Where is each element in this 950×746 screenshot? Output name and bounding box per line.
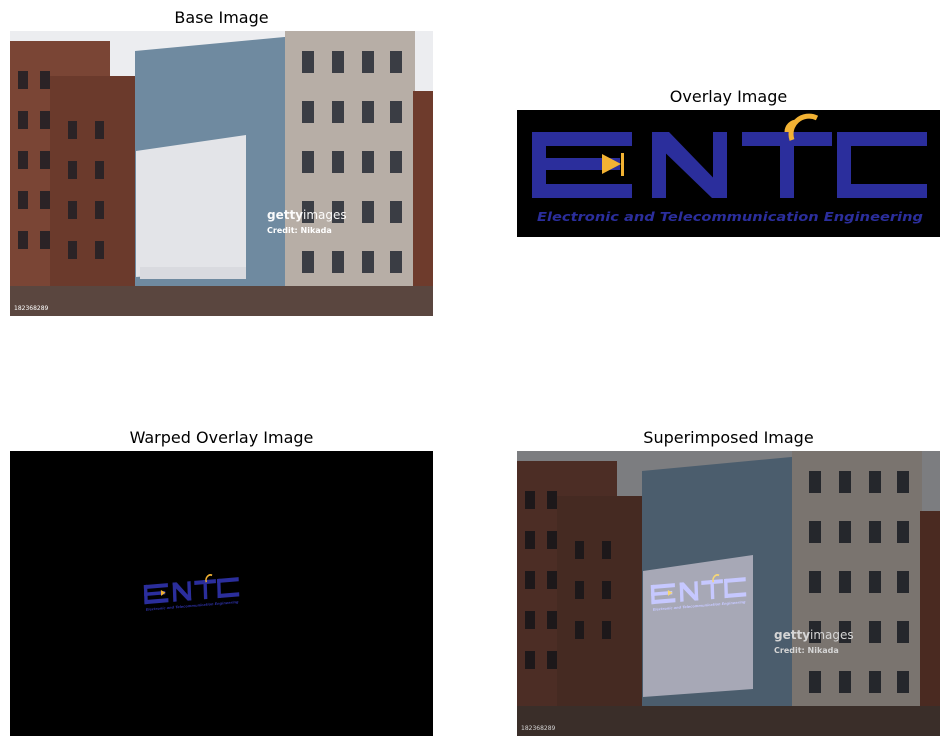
- base-image-graphic: gettyimages Credit: Nikada 182368289: [10, 31, 433, 316]
- svg-text:Electronic and Telecommunicati: Electronic and Telecommunication Enginee…: [537, 210, 923, 224]
- base-image: gettyimages Credit: Nikada 182368289: [10, 31, 433, 316]
- superimposed-image: Electronic and Telecommunication Enginee…: [517, 451, 940, 736]
- svg-text:Credit: Nikada: Credit: Nikada: [267, 226, 332, 235]
- svg-text:gettyimages: gettyimages: [774, 628, 854, 642]
- warped-logo-graphic: Electronic and Telecommunication Enginee…: [10, 451, 433, 736]
- panel-title-superimposed: Superimposed Image: [643, 428, 814, 447]
- svg-text:182368289: 182368289: [14, 305, 49, 312]
- panel-title-base: Base Image: [174, 8, 269, 27]
- overlay-logo-graphic: Electronic and Telecommunication Enginee…: [517, 110, 940, 237]
- svg-text:182368289: 182368289: [521, 725, 556, 732]
- superimposed-graphic: Electronic and Telecommunication Enginee…: [517, 451, 940, 736]
- panel-title-overlay: Overlay Image: [669, 87, 788, 106]
- panel-title-warped: Warped Overlay Image: [129, 428, 314, 447]
- warped-overlay-image: Electronic and Telecommunication Enginee…: [10, 451, 433, 736]
- overlay-image: Electronic and Telecommunication Enginee…: [517, 110, 940, 237]
- svg-text:gettyimages: gettyimages: [267, 208, 347, 222]
- svg-text:Credit: Nikada: Credit: Nikada: [774, 646, 839, 655]
